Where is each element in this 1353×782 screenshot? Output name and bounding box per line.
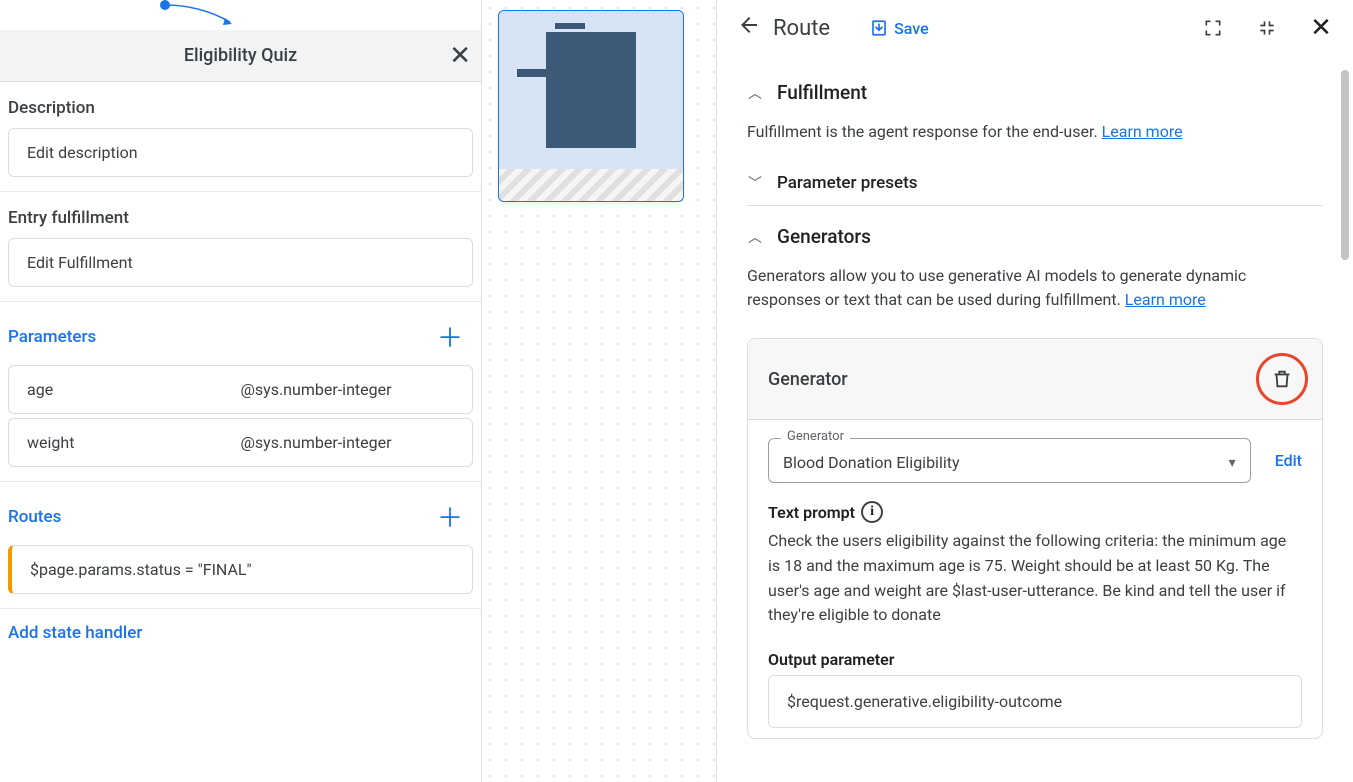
close-icon[interactable]: ✕ xyxy=(1309,16,1333,40)
text-prompt-label: Text prompt i xyxy=(768,501,1302,523)
back-arrow-icon[interactable] xyxy=(737,13,761,43)
fulfillment-title: Fulfillment xyxy=(777,81,867,104)
route-row[interactable]: $page.params.status = "FINAL" xyxy=(8,545,473,594)
parameters-title[interactable]: Parameters ＋ xyxy=(8,310,473,365)
edit-description-card[interactable]: Edit description xyxy=(8,128,473,177)
generator-select[interactable]: Generator Blood Donation Eligibility ▾ xyxy=(768,438,1251,483)
generator-card: Generator Generator Blood Donation Eligi… xyxy=(747,338,1323,739)
info-icon[interactable]: i xyxy=(861,501,883,523)
chevron-down-icon: ﹀ xyxy=(747,173,763,193)
save-label: Save xyxy=(894,19,929,38)
chevron-up-icon: ︿ xyxy=(747,83,763,103)
parameter-presets-toggle[interactable]: ﹀ Parameter presets xyxy=(747,160,1323,206)
parameter-row[interactable]: weight @sys.number-integer xyxy=(8,418,473,467)
generator-edit-link[interactable]: Edit xyxy=(1275,451,1302,470)
generator-card-body: Generator Blood Donation Eligibility ▾ E… xyxy=(748,420,1322,738)
generators-title: Generators xyxy=(777,225,871,248)
fulfillment-section-toggle[interactable]: ︿ Fulfillment xyxy=(747,66,1323,112)
route-body: ︿ Fulfillment Fulfillment is the agent r… xyxy=(717,56,1353,782)
save-button[interactable]: Save xyxy=(870,19,929,38)
page-editor-pane: Eligibility Quiz ✕ Description Edit desc… xyxy=(0,0,482,782)
add-route-icon[interactable]: ＋ xyxy=(437,498,473,535)
text-prompt-label-text: Text prompt xyxy=(768,503,855,522)
entry-fulfillment-section: Entry fulfillment Edit Fulfillment xyxy=(0,192,481,302)
generators-section-toggle[interactable]: ︿ Generators xyxy=(747,206,1323,256)
fullscreen-enter-icon[interactable] xyxy=(1201,16,1225,40)
fulfillment-description: Fulfillment is the agent response for th… xyxy=(747,112,1323,160)
text-prompt-value: Check the users eligibility against the … xyxy=(768,529,1302,644)
generators-description: Generators allow you to use generative A… xyxy=(747,256,1323,328)
scrollbar-thumb[interactable] xyxy=(1341,70,1349,260)
add-parameter-icon[interactable]: ＋ xyxy=(437,318,473,355)
page-header: Eligibility Quiz ✕ xyxy=(0,30,481,82)
dropdown-icon: ▾ xyxy=(1229,455,1236,471)
parameter-row[interactable]: age @sys.number-integer xyxy=(8,365,473,414)
output-parameter-label: Output parameter xyxy=(768,650,1302,669)
edit-fulfillment-card[interactable]: Edit Fulfillment xyxy=(8,238,473,287)
route-header: Route Save ✕ xyxy=(717,0,1353,56)
flow-node-thumbnail[interactable] xyxy=(498,10,684,202)
generators-learn-more-link[interactable]: Learn more xyxy=(1125,290,1206,309)
generator-select-value: Blood Donation Eligibility xyxy=(783,453,960,472)
fullscreen-exit-icon[interactable] xyxy=(1255,16,1279,40)
flow-canvas[interactable] xyxy=(482,0,717,782)
route-detail-pane: Route Save ✕ ︿ Fulfillment Fulfillment i… xyxy=(717,0,1353,782)
route-title: Route xyxy=(773,16,830,41)
description-section: Description Edit description xyxy=(0,82,481,192)
fulfillment-desc-text: Fulfillment is the agent response for th… xyxy=(747,122,1102,141)
output-parameter-field[interactable]: $request.generative.eligibility-outcome xyxy=(768,675,1302,728)
parameters-section: Parameters ＋ age @sys.number-integer wei… xyxy=(0,302,481,482)
chevron-up-icon: ︿ xyxy=(747,227,763,247)
graph-connector xyxy=(0,0,481,30)
routes-section: Routes ＋ $page.params.status = "FINAL" xyxy=(0,482,481,609)
routes-label: Routes xyxy=(8,507,61,527)
param-type: @sys.number-integer xyxy=(241,380,455,399)
param-name: weight xyxy=(27,433,241,452)
delete-generator-button[interactable] xyxy=(1256,353,1308,405)
entry-fulfillment-title: Entry fulfillment xyxy=(8,200,473,238)
page-title: Eligibility Quiz xyxy=(184,45,297,66)
generator-card-header: Generator xyxy=(748,339,1322,420)
param-name: age xyxy=(27,380,241,399)
routes-title[interactable]: Routes ＋ xyxy=(8,490,473,545)
fulfillment-learn-more-link[interactable]: Learn more xyxy=(1102,122,1183,141)
generator-select-label: Generator xyxy=(781,429,850,444)
description-title: Description xyxy=(8,90,473,128)
parameters-label: Parameters xyxy=(8,327,96,347)
param-type: @sys.number-integer xyxy=(241,433,455,452)
generator-card-title: Generator xyxy=(768,369,848,390)
add-state-handler-link[interactable]: Add state handler xyxy=(0,609,481,657)
close-icon[interactable]: ✕ xyxy=(449,41,471,71)
parameter-presets-label: Parameter presets xyxy=(777,173,918,193)
